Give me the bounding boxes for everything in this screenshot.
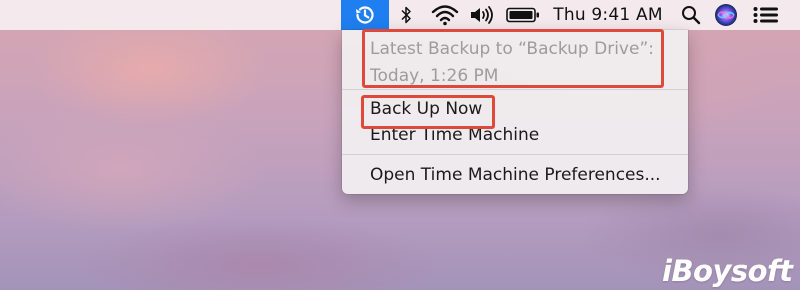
menu-separator <box>342 89 688 90</box>
time-machine-menu-extra[interactable] <box>341 0 389 30</box>
volume-menu-extra[interactable] <box>467 0 499 30</box>
spotlight-search-icon <box>682 6 701 25</box>
bluetooth-menu-extra[interactable] <box>397 0 415 30</box>
menu-separator <box>342 154 688 155</box>
siri-button[interactable] <box>712 0 740 30</box>
spotlight-button[interactable] <box>679 0 703 30</box>
volume-icon <box>471 6 493 24</box>
menu-bar-clock[interactable]: Thu 9:41 AM <box>550 0 666 30</box>
open-time-machine-preferences-menu-item[interactable]: Open Time Machine Preferences... <box>370 163 661 187</box>
iboysoft-watermark: iBoysoft <box>662 254 793 288</box>
back-up-now-highlight-box <box>361 95 495 129</box>
wifi-icon <box>431 5 459 26</box>
wifi-menu-extra[interactable] <box>429 0 461 30</box>
status-highlight-box <box>362 29 664 88</box>
battery-menu-extra[interactable] <box>505 0 541 30</box>
notification-center-icon <box>753 7 778 23</box>
siri-icon <box>715 4 737 26</box>
time-machine-icon <box>356 6 374 24</box>
battery-icon <box>506 7 539 23</box>
menu-bar: Thu 9:41 AM <box>0 0 800 30</box>
bluetooth-icon <box>401 6 411 24</box>
notification-center-button[interactable] <box>748 0 784 30</box>
